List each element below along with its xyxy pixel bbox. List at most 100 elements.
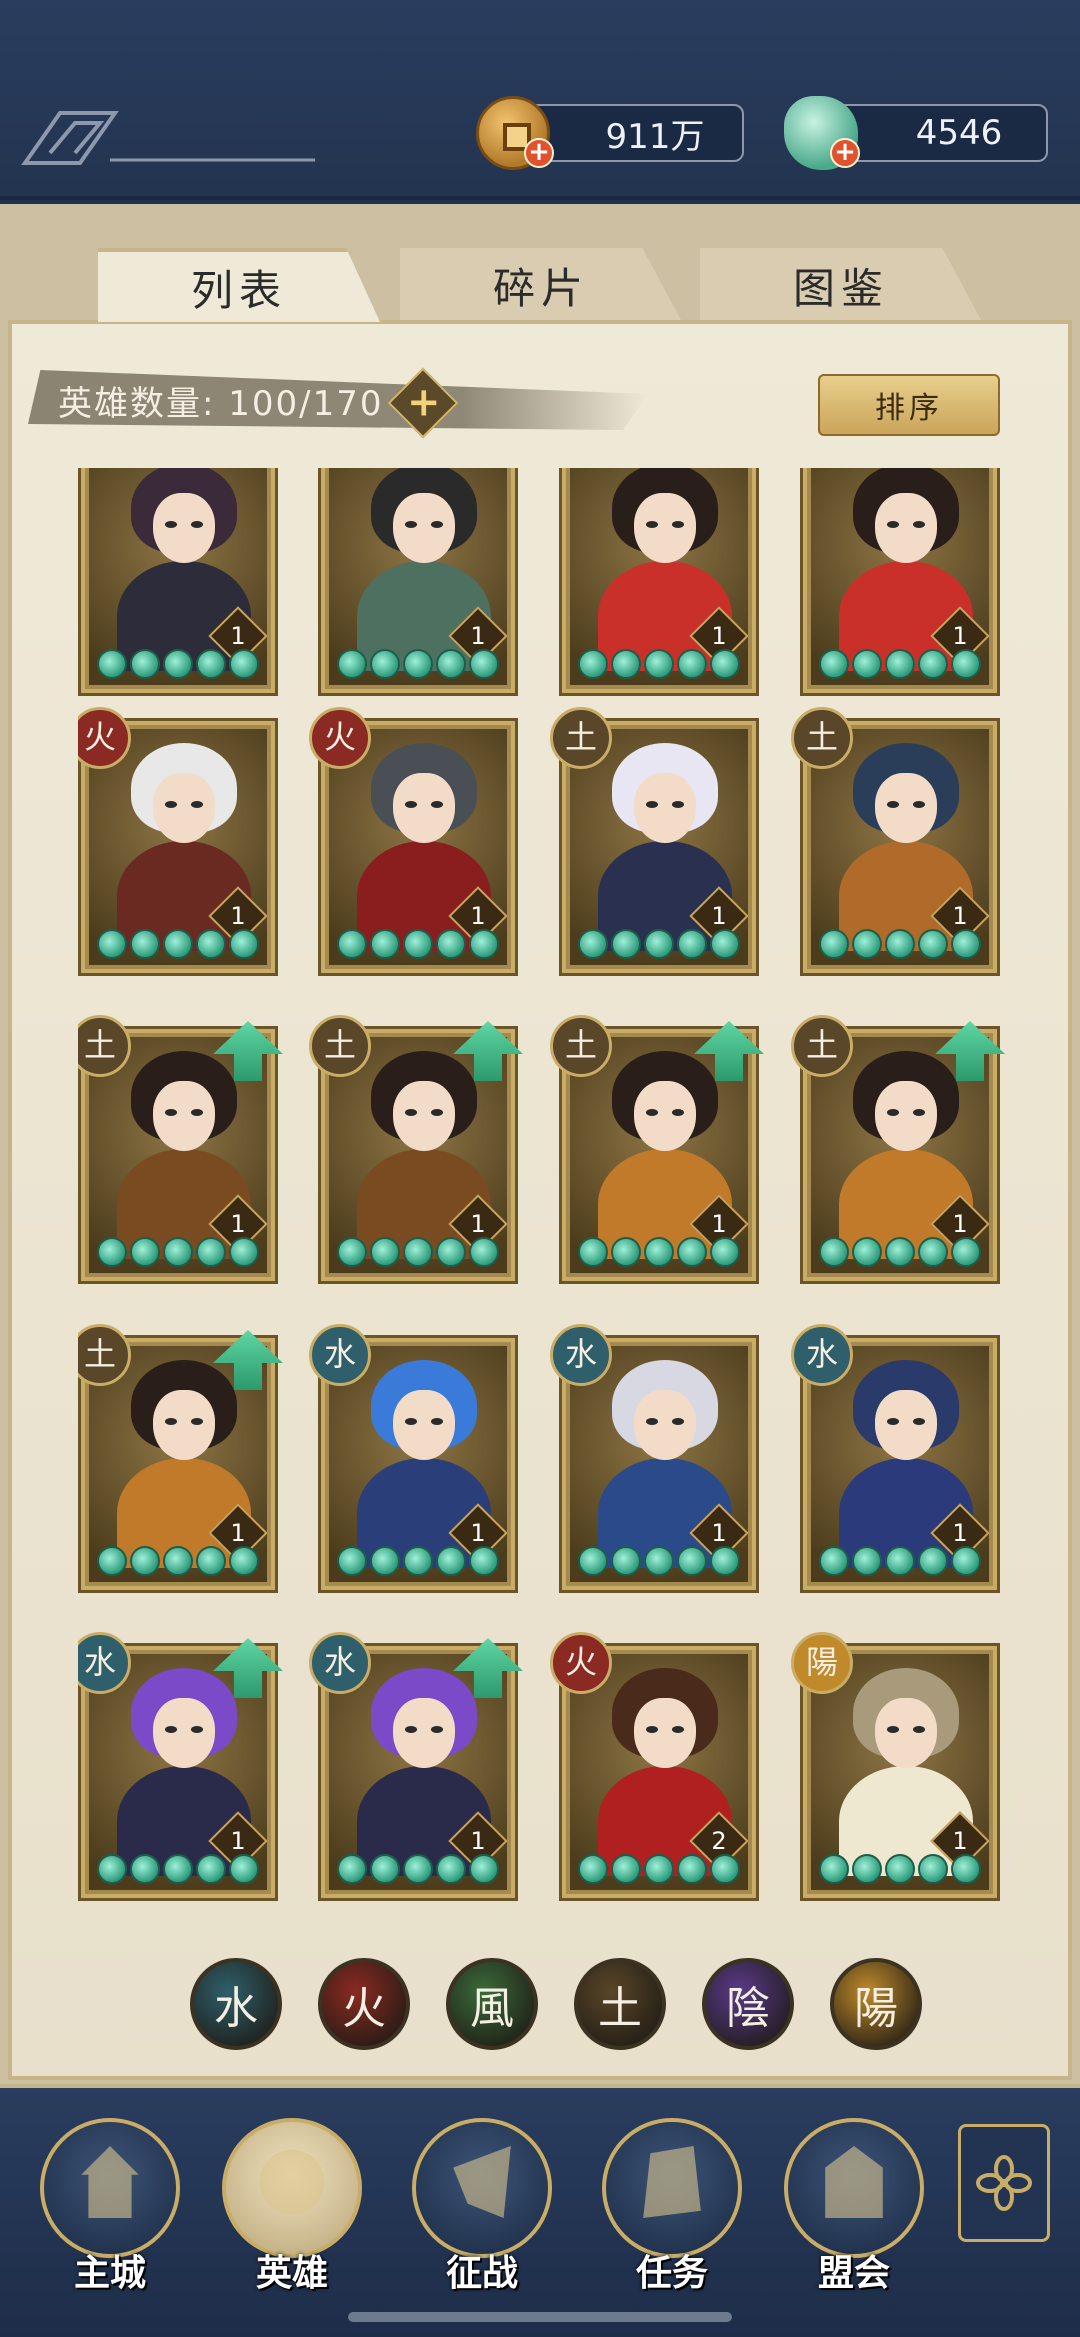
jade-star-icon xyxy=(370,649,400,679)
jade-star-icon xyxy=(611,1546,641,1576)
jade-star-icon xyxy=(130,1546,160,1576)
jade-star-icon xyxy=(677,929,707,959)
jade-star-icon xyxy=(403,1854,433,1884)
hero-card[interactable]: 1火 xyxy=(78,707,278,976)
tab-codex[interactable]: 图鉴 xyxy=(700,248,982,322)
hero-card[interactable]: 1土 xyxy=(309,1015,523,1284)
jade-star-icon xyxy=(578,649,608,679)
element-filter-button[interactable]: 陽 xyxy=(830,1958,922,2050)
jade-star-icon xyxy=(196,1546,226,1576)
jade-star-icon xyxy=(163,1237,193,1267)
more-menu-button[interactable] xyxy=(958,2124,1050,2242)
jade-star-icon xyxy=(403,1237,433,1267)
hero-star-row xyxy=(578,1237,740,1267)
hero-element-badge: 水 xyxy=(791,1324,853,1386)
element-filter-button[interactable]: 陰 xyxy=(702,1958,794,2050)
hero-star-row xyxy=(819,1546,981,1576)
jade-star-icon xyxy=(951,1237,981,1267)
jade-star-icon xyxy=(611,1854,641,1884)
hero-card[interactable]: 1土 xyxy=(550,1015,764,1284)
hero-card[interactable]: 1火 xyxy=(309,707,518,976)
nav-quest-scroll[interactable] xyxy=(602,2118,742,2258)
tab-label: 列表 xyxy=(190,265,287,315)
cloud-pattern-icon xyxy=(21,111,315,165)
hero-card[interactable]: 1水 xyxy=(550,1324,759,1593)
top-bar: 911万 + 4546 + xyxy=(0,0,1080,200)
add-jade-button[interactable]: + xyxy=(830,138,860,168)
jade-star-icon xyxy=(819,1546,849,1576)
jade-star-icon xyxy=(196,1854,226,1884)
jade-star-icon xyxy=(469,1546,499,1576)
tab-list[interactable]: 列表 xyxy=(98,248,380,322)
hero-card[interactable]: 1 xyxy=(318,468,518,696)
jade-star-icon xyxy=(370,1854,400,1884)
nav-label: 任务 xyxy=(635,2253,708,2294)
jade-star-icon xyxy=(819,929,849,959)
hero-element-badge: 土 xyxy=(550,1015,612,1077)
jade-star-icon xyxy=(918,929,948,959)
jade-star-icon xyxy=(885,929,915,959)
nav-hero[interactable] xyxy=(222,2118,362,2258)
jade-star-icon xyxy=(403,1546,433,1576)
hero-star-row xyxy=(578,929,740,959)
jade-star-icon xyxy=(885,1854,915,1884)
sort-button[interactable]: 排序 xyxy=(818,374,1000,436)
jade-star-icon xyxy=(163,649,193,679)
jade-star-icon xyxy=(97,1237,127,1267)
element-filter-button[interactable]: 水 xyxy=(190,1958,282,2050)
hero-card[interactable]: 1土 xyxy=(550,707,759,976)
home-indicator xyxy=(348,2312,732,2322)
element-filter-button[interactable]: 風 xyxy=(446,1958,538,2050)
jade-star-icon xyxy=(578,1237,608,1267)
hero-card[interactable]: 1土 xyxy=(791,1015,1005,1284)
hero-card[interactable]: 1水 xyxy=(309,1632,523,1901)
jade-star-icon xyxy=(229,649,259,679)
jade-star-icon xyxy=(710,929,740,959)
nav-war-horn[interactable] xyxy=(412,2118,552,2258)
element-filter-button[interactable]: 土 xyxy=(574,1958,666,2050)
hero-card[interactable]: 1土 xyxy=(791,707,1000,976)
jade-star-icon xyxy=(229,1237,259,1267)
jade-star-icon xyxy=(337,1237,367,1267)
jade-star-icon xyxy=(951,1854,981,1884)
hero-card[interactable]: 1 xyxy=(800,468,1000,696)
nav-label: 征战 xyxy=(445,2253,518,2294)
hero-star-row xyxy=(578,1854,740,1884)
jade-star-icon xyxy=(196,929,226,959)
jade-star-icon xyxy=(403,929,433,959)
jade-star-icon xyxy=(852,1237,882,1267)
nav-guild-gate[interactable] xyxy=(784,2118,924,2258)
hero-card[interactable]: 1水 xyxy=(309,1324,518,1593)
hero-card[interactable]: 1陽 xyxy=(791,1632,1000,1901)
tab-label: 图鉴 xyxy=(792,263,889,313)
jade-star-icon xyxy=(951,1546,981,1576)
hero-element-badge: 土 xyxy=(791,1015,853,1077)
jade-star-icon xyxy=(469,929,499,959)
jade-star-icon xyxy=(677,1546,707,1576)
hero-card[interactable]: 1水 xyxy=(78,1632,283,1901)
hero-card[interactable]: 1 xyxy=(78,468,278,696)
jade-star-icon xyxy=(337,1546,367,1576)
hero-grid: 11111火1火1土1土1土1土1土1土1土1水1水1水1水1水2火1陽 xyxy=(78,468,1008,1924)
hero-card[interactable]: 1土 xyxy=(78,1324,283,1593)
jade-star-icon xyxy=(819,649,849,679)
jade-star-icon xyxy=(229,1854,259,1884)
jade-star-icon xyxy=(97,929,127,959)
hero-star-row xyxy=(819,649,981,679)
hero-card[interactable]: 2火 xyxy=(550,1632,759,1901)
hero-card-frame: 1 xyxy=(811,468,989,685)
add-coins-button[interactable]: + xyxy=(524,138,554,168)
jade-star-icon xyxy=(130,1854,160,1884)
element-filter-button[interactable]: 火 xyxy=(318,1958,410,2050)
hero-card[interactable]: 1土 xyxy=(78,1015,283,1284)
jade-star-icon xyxy=(370,1237,400,1267)
nav-castle[interactable] xyxy=(40,2118,180,2258)
jade-star-icon xyxy=(951,649,981,679)
tab-fragments[interactable]: 碎片 xyxy=(400,248,682,322)
jade-star-icon xyxy=(97,649,127,679)
jade-star-icon xyxy=(337,929,367,959)
hero-star-row xyxy=(97,1546,259,1576)
hero-card[interactable]: 1 xyxy=(559,468,759,696)
hero-card[interactable]: 1水 xyxy=(791,1324,1000,1593)
jade-star-icon xyxy=(578,1546,608,1576)
